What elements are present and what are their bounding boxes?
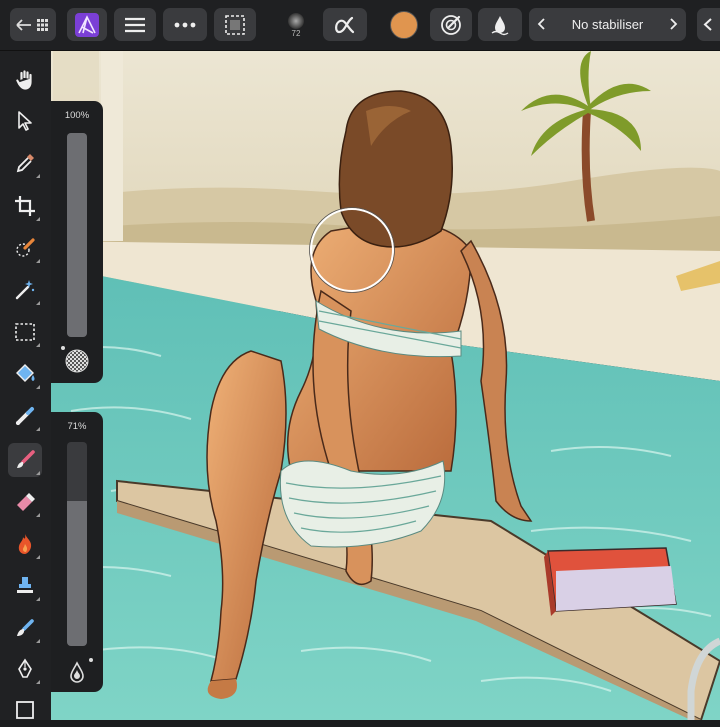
more-dots-icon: [174, 22, 196, 27]
stabiliser-label: No stabiliser: [571, 17, 644, 32]
tools-panel: [0, 51, 51, 720]
opacity-slider[interactable]: [67, 442, 87, 646]
brush-size-slider-panel: 100%: [51, 101, 103, 383]
menu-button[interactable]: [114, 8, 156, 41]
crop-tool[interactable]: [8, 189, 42, 223]
magic-wand-tool[interactable]: [8, 273, 42, 307]
flyout-indicator: [36, 513, 40, 517]
crop-icon: [15, 196, 35, 216]
back-button[interactable]: [10, 8, 56, 41]
back-arrow-grid-icon: [16, 18, 48, 31]
color-swatch[interactable]: [390, 11, 418, 39]
rectangle-icon: [16, 701, 34, 719]
gradient-icon: [16, 407, 34, 425]
checker-texture-icon[interactable]: [64, 348, 90, 374]
flyout-indicator: [36, 174, 40, 178]
drop-icon[interactable]: [65, 660, 89, 684]
flyout-indicator: [36, 427, 40, 431]
soft-brush-icon: [288, 13, 304, 29]
hand-icon: [15, 69, 33, 91]
wet-edges-button[interactable]: [478, 8, 522, 41]
shape-tool[interactable]: [8, 693, 42, 727]
flyout-indicator: [36, 471, 40, 475]
brush-size-slider[interactable]: [67, 133, 87, 337]
paint-brush-icon: [17, 450, 35, 468]
paint-bucket-icon: [16, 364, 35, 382]
selection-brush-icon: [16, 238, 35, 257]
pen-tool[interactable]: [8, 652, 42, 686]
opacity-slider-panel: 71%: [51, 412, 103, 692]
flyout-indicator: [36, 259, 40, 263]
arrow-pointer-icon: [18, 111, 32, 131]
dodge-burn-tool[interactable]: [8, 527, 42, 561]
flyout-indicator: [36, 639, 40, 643]
flyout-indicator: [36, 555, 40, 559]
dashed-rectangle-icon: [15, 323, 35, 341]
brush-dynamics-icon: [441, 14, 461, 35]
eyedropper-icon: [16, 154, 34, 173]
opacity-value: 71%: [67, 421, 87, 432]
overflow-button[interactable]: [697, 8, 720, 41]
flood-fill-tool[interactable]: [8, 357, 42, 391]
more-button[interactable]: [163, 8, 207, 41]
erase-tool[interactable]: [8, 485, 42, 519]
brush-settings-button[interactable]: [430, 8, 472, 41]
smudge-tool[interactable]: [8, 611, 42, 645]
clone-tool[interactable]: [8, 569, 42, 603]
artwork-illustration: [51, 51, 720, 720]
slider-indicator-dot: [89, 658, 93, 662]
flyout-indicator: [36, 301, 40, 305]
drop-icon: [491, 15, 509, 35]
persona-button[interactable]: [67, 8, 107, 41]
smudge-brush-icon: [17, 619, 34, 636]
flyout-indicator: [36, 597, 40, 601]
move-tool[interactable]: [8, 104, 42, 138]
chevron-right-icon[interactable]: [665, 16, 681, 32]
brush-size-fill: [67, 133, 87, 337]
stabiliser-selector[interactable]: No stabiliser: [529, 8, 686, 41]
magic-wand-icon: [15, 280, 35, 300]
selection-brush-tool[interactable]: [8, 231, 42, 265]
selection-marquee-icon: [225, 14, 245, 35]
alpha-icon: [335, 16, 355, 33]
opacity-button[interactable]: [323, 8, 367, 41]
flyout-indicator: [36, 343, 40, 347]
pen-nib-icon: [18, 658, 32, 678]
flyout-indicator: [36, 385, 40, 389]
hand-tool[interactable]: [8, 63, 42, 97]
flame-icon: [18, 534, 32, 554]
flyout-indicator: [36, 680, 40, 684]
flyout-indicator: [36, 217, 40, 221]
selection-button[interactable]: [214, 8, 256, 41]
marquee-tool[interactable]: [8, 315, 42, 349]
brush-size-value: 100%: [64, 110, 90, 121]
document-canvas[interactable]: [51, 51, 720, 720]
affinity-photo-persona-icon: [75, 12, 99, 37]
eraser-icon: [17, 493, 35, 511]
hamburger-menu-icon: [125, 17, 145, 32]
opacity-fill: [67, 501, 87, 646]
top-toolbar: 72 No stabiliser: [0, 0, 720, 51]
brush-size-label: 72: [291, 29, 301, 38]
color-picker-tool[interactable]: [8, 146, 42, 180]
stamp-icon: [17, 577, 33, 593]
gradient-tool[interactable]: [8, 399, 42, 433]
paint-brush-tool[interactable]: [8, 443, 42, 477]
chevron-left-icon: [703, 18, 712, 31]
brush-size-indicator[interactable]: 72: [270, 8, 322, 41]
